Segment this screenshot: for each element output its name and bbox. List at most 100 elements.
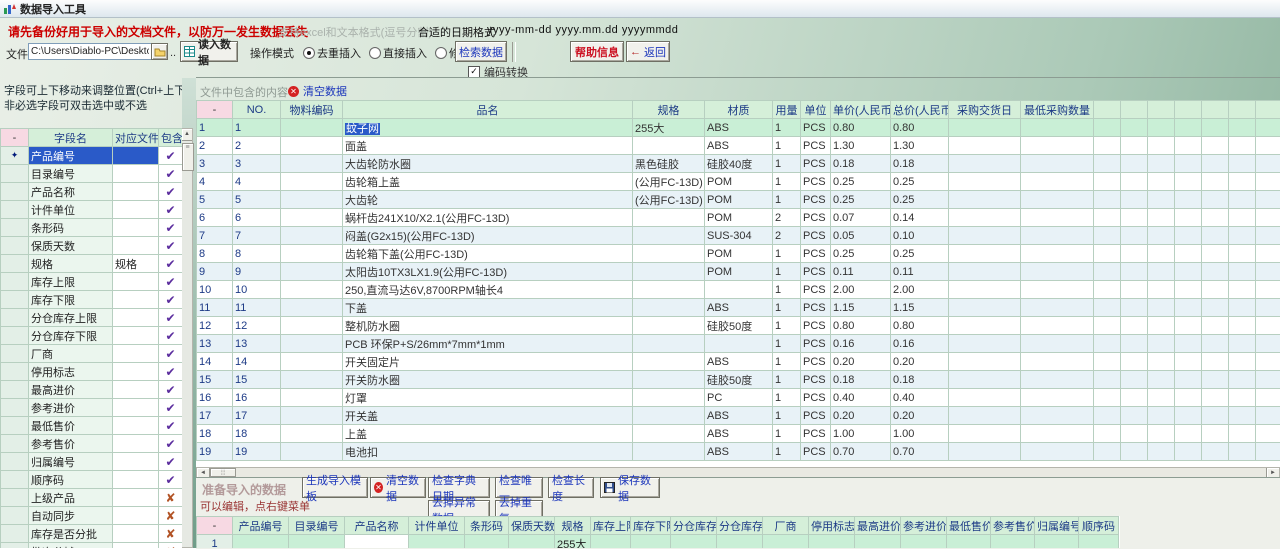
field-name-cell[interactable]: 规格	[29, 255, 113, 273]
empty-cell[interactable]	[1121, 389, 1148, 407]
preview-cell[interactable]	[631, 535, 671, 549]
empty-cell[interactable]	[1121, 263, 1148, 281]
empty-cell[interactable]	[1121, 281, 1148, 299]
unit-cell[interactable]: PCS	[801, 245, 831, 263]
delivery-cell[interactable]	[949, 317, 1021, 335]
field-name-cell[interactable]: 上级产品	[29, 489, 113, 507]
no-cell[interactable]: 11	[233, 299, 281, 317]
material-code-cell[interactable]	[281, 209, 343, 227]
no-cell[interactable]: 5	[233, 191, 281, 209]
material-code-cell[interactable]	[281, 137, 343, 155]
total-cell[interactable]: 0.80	[891, 119, 949, 137]
no-cell[interactable]: 1	[233, 119, 281, 137]
unit-cell[interactable]: PCS	[801, 263, 831, 281]
delivery-cell[interactable]	[949, 281, 1021, 299]
qty-cell[interactable]: 1	[773, 245, 801, 263]
material-cell[interactable]: ABS	[705, 299, 773, 317]
field-name-cell[interactable]: 分仓库存下限	[29, 327, 113, 345]
field-row[interactable]: 目录编号✔	[1, 165, 183, 183]
qty-cell[interactable]: 1	[773, 137, 801, 155]
browse-folder-button[interactable]	[151, 43, 168, 60]
no-cell[interactable]: 8	[233, 245, 281, 263]
empty-cell[interactable]	[1148, 317, 1175, 335]
total-cell[interactable]: 0.10	[891, 227, 949, 245]
qty-cell[interactable]: 1	[773, 389, 801, 407]
empty-cell[interactable]	[1094, 227, 1121, 245]
file-field-cell[interactable]	[113, 363, 159, 381]
material-code-cell[interactable]	[281, 317, 343, 335]
empty-cell[interactable]	[1175, 137, 1202, 155]
check-icon[interactable]: ✔	[159, 435, 183, 453]
empty-cell[interactable]	[1175, 281, 1202, 299]
field-name-cell[interactable]: 参考进价	[29, 399, 113, 417]
empty-cell[interactable]	[1121, 371, 1148, 389]
min-qty-cell[interactable]	[1021, 137, 1094, 155]
spec-cell[interactable]	[633, 389, 705, 407]
no-cell[interactable]: 16	[233, 389, 281, 407]
empty-cell[interactable]	[1148, 227, 1175, 245]
price-cell[interactable]: 0.25	[831, 173, 891, 191]
qty-cell[interactable]: 1	[773, 353, 801, 371]
spec-cell[interactable]	[633, 281, 705, 299]
item-name-cell[interactable]: 灯罩	[343, 389, 633, 407]
empty-cell[interactable]	[1202, 137, 1229, 155]
min-qty-cell[interactable]	[1021, 119, 1094, 137]
return-button[interactable]: ← 返回	[626, 41, 670, 62]
spec-cell[interactable]	[633, 353, 705, 371]
empty-cell[interactable]	[1175, 173, 1202, 191]
file-field-cell[interactable]	[113, 327, 159, 345]
empty-cell[interactable]	[1094, 137, 1121, 155]
empty-cell[interactable]	[1148, 353, 1175, 371]
empty-cell[interactable]	[1229, 119, 1256, 137]
spec-cell[interactable]	[633, 299, 705, 317]
table-row[interactable]: 1616灯罩PC1PCS0.400.40	[197, 389, 1280, 407]
no-cell[interactable]: 18	[233, 425, 281, 443]
empty-cell[interactable]	[1121, 137, 1148, 155]
empty-cell[interactable]	[1229, 371, 1256, 389]
empty-cell[interactable]	[1256, 281, 1280, 299]
field-name-cell[interactable]: 自动同步	[29, 507, 113, 525]
field-row[interactable]: 分仓库存下限✔	[1, 327, 183, 345]
material-cell[interactable]: ABS	[705, 119, 773, 137]
price-cell[interactable]: 0.40	[831, 389, 891, 407]
item-name-cell[interactable]: 开关固定片	[343, 353, 633, 371]
qty-cell[interactable]: 1	[773, 335, 801, 353]
price-cell[interactable]: 0.80	[831, 119, 891, 137]
empty-cell[interactable]	[1229, 209, 1256, 227]
delivery-cell[interactable]	[949, 119, 1021, 137]
delivery-cell[interactable]	[949, 389, 1021, 407]
empty-cell[interactable]	[1175, 299, 1202, 317]
empty-cell[interactable]	[1094, 425, 1121, 443]
material-cell[interactable]: 硅胶50度	[705, 317, 773, 335]
field-name-cell[interactable]: 顺序码	[29, 471, 113, 489]
table-row[interactable]: 88齿轮箱下盖(公用FC-13D)POM1PCS0.250.25	[197, 245, 1280, 263]
empty-cell[interactable]	[1229, 299, 1256, 317]
field-name-cell[interactable]: 分仓库存上限	[29, 309, 113, 327]
file-field-cell[interactable]	[113, 507, 159, 525]
empty-cell[interactable]	[1175, 245, 1202, 263]
total-cell[interactable]: 0.25	[891, 191, 949, 209]
table-row[interactable]: 33大齿轮防水圈黑色硅胶硅胶40度1PCS0.180.18	[197, 155, 1280, 173]
price-cell[interactable]: 2.00	[831, 281, 891, 299]
preview-cell[interactable]	[855, 535, 901, 549]
table-row[interactable]: 1212整机防水圈硅胶50度1PCS0.800.80	[197, 317, 1280, 335]
no-cell[interactable]: 15	[233, 371, 281, 389]
spec-cell[interactable]: (公用FC-13D)	[633, 191, 705, 209]
read-data-button[interactable]: 读入数据	[180, 41, 238, 62]
unit-cell[interactable]: PCS	[801, 389, 831, 407]
file-field-cell[interactable]	[113, 201, 159, 219]
price-cell[interactable]: 0.11	[831, 263, 891, 281]
empty-cell[interactable]	[1229, 389, 1256, 407]
total-cell[interactable]: 0.18	[891, 155, 949, 173]
material-code-cell[interactable]	[281, 155, 343, 173]
empty-cell[interactable]	[1256, 137, 1280, 155]
empty-cell[interactable]	[1121, 443, 1148, 461]
qty-cell[interactable]: 1	[773, 281, 801, 299]
empty-cell[interactable]	[1202, 425, 1229, 443]
no-cell[interactable]: 6	[233, 209, 281, 227]
delivery-cell[interactable]	[949, 299, 1021, 317]
qty-cell[interactable]: 1	[773, 317, 801, 335]
field-row[interactable]: 条形码✔	[1, 219, 183, 237]
table-row[interactable]: 1919电池扣ABS1PCS0.700.70	[197, 443, 1280, 461]
empty-cell[interactable]	[1121, 353, 1148, 371]
